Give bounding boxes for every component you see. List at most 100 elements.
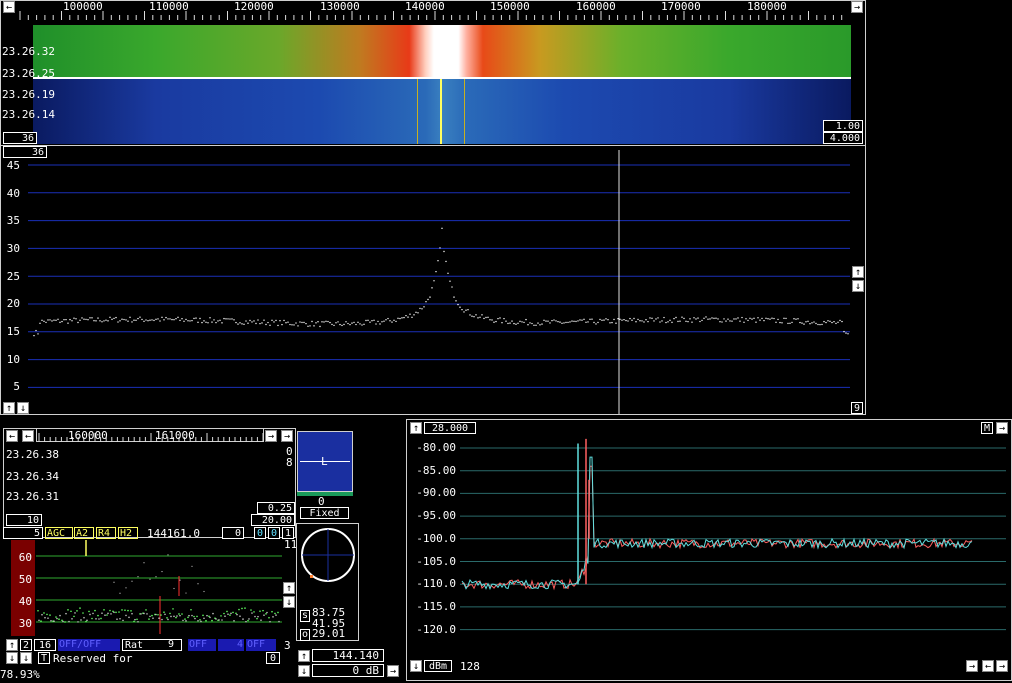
spectrum-scale-up[interactable]: ↑ (852, 266, 864, 278)
baseband-close-button[interactable]: → (996, 422, 1008, 434)
smeter-point (238, 608, 240, 611)
bottom-off-button[interactable]: OFF (188, 639, 216, 651)
spectrum-point (59, 321, 61, 324)
smeter-point (140, 613, 142, 615)
baseband-y-tick: -105.0 (416, 555, 456, 568)
smeter-point (85, 620, 87, 623)
freq-up-button[interactable]: ↑ (298, 650, 310, 662)
smeter-point (95, 618, 97, 620)
spectrum-point (143, 320, 145, 323)
db-display[interactable]: 0 dB (312, 664, 384, 677)
hires-avg-box[interactable]: 10 (6, 514, 42, 526)
hires-scroll-left[interactable]: ← (6, 430, 18, 442)
fixed-button[interactable]: Fixed (300, 507, 349, 519)
bottom-down-button-2[interactable]: ↓ (20, 652, 32, 664)
bottom-off-button-2[interactable]: OFF (246, 639, 276, 651)
spectrum-point (351, 322, 353, 324)
spectrum-point (335, 322, 337, 324)
hires-scroll-right[interactable]: → (265, 430, 277, 442)
spectrum-point (285, 322, 287, 324)
spectrum-plot[interactable] (0, 150, 866, 414)
smeter-point (169, 612, 171, 615)
baseband-up-button[interactable]: ↑ (410, 422, 422, 434)
bottom-down-button[interactable]: ↓ (6, 652, 18, 664)
waterfall-zero-box[interactable]: 4.000 (823, 132, 863, 144)
waterfall-scroll-right[interactable]: → (851, 1, 863, 13)
freq-display[interactable]: 144.140 (312, 649, 384, 662)
bottom-zero-box[interactable]: 0 (266, 652, 280, 664)
spectrum-point (33, 334, 35, 337)
hires-scroll-left-2[interactable]: ← (22, 430, 34, 442)
smeter-point (125, 587, 127, 589)
control-number-box[interactable]: 5 (3, 527, 43, 539)
spectrum-point (109, 316, 111, 319)
control-box-0[interactable]: 0 (222, 527, 244, 539)
spectrum-count-box[interactable]: 9 (851, 402, 863, 414)
bottom-up-button[interactable]: ↑ (6, 639, 18, 651)
bottom-4-button[interactable]: 4 (218, 639, 244, 651)
spectrum-point (547, 320, 549, 322)
smeter-point (113, 611, 115, 614)
hires-gain-box[interactable]: 0.25 (257, 502, 295, 514)
r4-button[interactable]: R4 (96, 527, 116, 539)
smeter-point (275, 614, 277, 616)
spectrum-point (83, 318, 85, 320)
baseband-left-button[interactable]: ← (982, 660, 994, 672)
rx-frequency[interactable]: 144161.0 (147, 527, 200, 540)
smeter-right-value: 3 (284, 639, 291, 652)
spectrum-point (333, 324, 335, 327)
smeter-point (37, 609, 39, 612)
spectrum-point (343, 323, 345, 326)
baseband-plot[interactable] (408, 436, 1010, 656)
spectrum-point (795, 318, 797, 320)
hires-zero-box[interactable]: 20.00 (251, 514, 295, 526)
smeter-y-tick: 30 (18, 617, 32, 630)
smeter-up-button[interactable]: ↑ (283, 582, 295, 594)
waterfall-image-blue[interactable] (33, 79, 851, 144)
bottom-box-16[interactable]: 16 (34, 639, 56, 651)
spectrum-point (177, 316, 179, 319)
smeter-point (41, 613, 43, 616)
spectrum-point (247, 322, 249, 324)
spectrum-point (209, 317, 211, 319)
spectrum-point (565, 321, 567, 324)
agc-button[interactable]: AGC (45, 527, 73, 539)
smeter-point (143, 562, 145, 564)
smeter-point (59, 614, 61, 617)
hires-scroll-right-2[interactable]: → (281, 430, 293, 442)
smeter-down-button[interactable]: ↓ (283, 596, 295, 608)
waterfall-gain-box[interactable]: 1.00 (823, 120, 863, 132)
bottom-t-box[interactable]: T (38, 652, 50, 664)
db-right-button[interactable]: → (387, 665, 399, 677)
baseband-right-button[interactable]: → (966, 660, 978, 672)
waterfall-image-green[interactable] (33, 25, 851, 77)
smeter-point (113, 581, 115, 583)
spectrum-point (221, 322, 223, 324)
spectrum-up-button[interactable]: ↑ (3, 402, 15, 414)
spectrum-down-button[interactable]: ↓ (17, 402, 29, 414)
baseband-m-button[interactable]: M (981, 422, 993, 434)
db-down-button[interactable]: ↓ (298, 665, 310, 677)
spectrum-point (575, 320, 577, 323)
waterfall-avg-box[interactable]: 36 (3, 132, 37, 144)
control-box-1[interactable]: 0 (254, 527, 266, 539)
baseband-down-button[interactable]: ↓ (410, 660, 422, 672)
baseband-top-box[interactable]: 28.000 (424, 422, 476, 434)
spectrum-point (823, 320, 825, 323)
baseband-unit[interactable]: dBm (424, 660, 452, 672)
spectrum-point (187, 320, 189, 322)
a2-button[interactable]: A2 (74, 527, 94, 539)
spectrum-point (773, 317, 775, 320)
spectrum-point (95, 320, 97, 322)
spectrum-scale-down[interactable]: ↓ (852, 280, 864, 292)
waterfall-scroll-left[interactable]: ← (3, 1, 15, 13)
control-box-2[interactable]: 0 (268, 527, 280, 539)
bottom-blue-button[interactable]: OFF/OFF (58, 639, 120, 651)
baseband-right-button-2[interactable]: → (996, 660, 1008, 672)
bottom-box-2[interactable]: 2 (20, 639, 32, 651)
h2-button[interactable]: H2 (118, 527, 138, 539)
smeter-point (202, 614, 204, 617)
spectrum-point (69, 318, 71, 321)
smeter-point (209, 616, 211, 619)
smeter-point (229, 614, 231, 616)
